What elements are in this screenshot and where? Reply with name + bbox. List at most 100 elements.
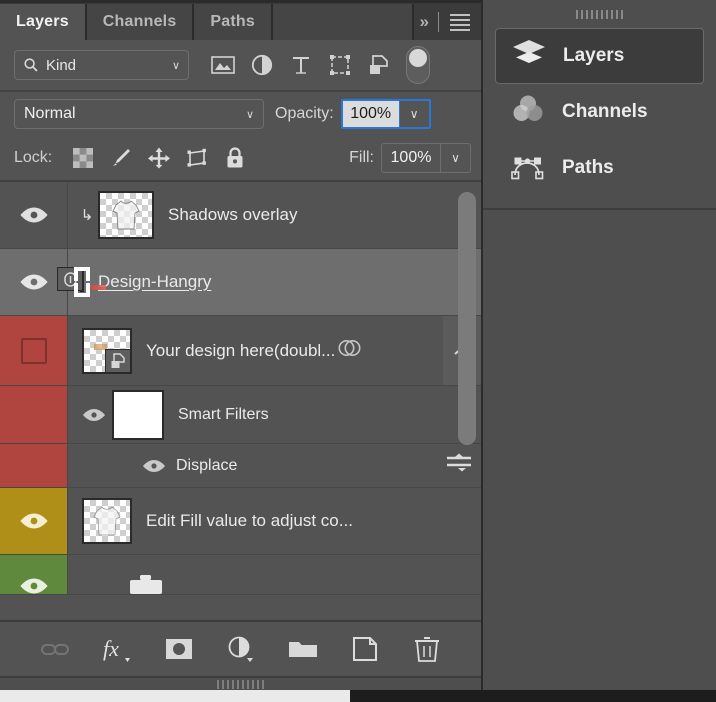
lock-row: Lock: Fill: 100% ∨ [0,136,481,182]
smart-filters-visibility-toggle[interactable] [76,408,112,422]
lock-artboard-nesting-icon[interactable] [178,141,216,175]
lock-position-icon[interactable] [140,141,178,175]
window-bottom-strip [0,690,716,702]
table-row[interactable]: ↳ Shadows overlay [0,182,481,249]
fill-stepper-icon[interactable]: ∨ [440,144,470,172]
header-divider [438,12,439,32]
layer-style-fx-icon[interactable]: fx [100,632,134,666]
displace-visibility-toggle[interactable] [76,459,176,473]
shape-layer-filter-icon[interactable] [320,48,359,82]
new-adjustment-layer-icon[interactable] [224,632,258,666]
shirt-artwork [93,506,121,536]
layer-visibility-toggle-off[interactable] [20,337,47,364]
layer-name[interactable]: Displace [176,457,237,475]
panel-resize-grip[interactable] [0,676,481,690]
filter-enable-toggle[interactable] [406,46,430,84]
smart-filter-indicator-icon [337,337,363,364]
lock-buttons [64,141,254,175]
search-icon [24,58,38,72]
channels-venn-icon [511,94,545,130]
bottom-strip-light [0,690,350,702]
opacity-control[interactable]: 100% ∨ [340,99,431,129]
layers-stack-icon [512,39,546,73]
smart-filters-mask-thumbnail[interactable] [112,389,164,440]
flyout-item-channels[interactable]: Channels [495,84,704,140]
eye-icon[interactable] [19,273,49,291]
table-row[interactable]: Displace [0,444,481,488]
layer-name[interactable]: Your design here(doubl... [146,341,335,361]
scrollbar-thumb[interactable] [458,192,476,445]
table-row[interactable]: Edit Fill value to adjust co... [0,488,481,555]
opacity-stepper-icon[interactable]: ∨ [398,101,429,127]
table-row[interactable] [0,555,481,595]
flyout-item-paths[interactable]: Paths [495,140,704,196]
layer-color-label-red[interactable] [0,316,68,385]
layer-name[interactable]: Design-Hangry [98,272,211,292]
layer-thumbnail[interactable] [57,267,106,292]
smart-object-filter-icon[interactable] [359,48,398,82]
eye-icon[interactable] [19,512,49,530]
layer-row-body[interactable]: Smart Filters [68,386,481,443]
tab-channels[interactable]: Channels [86,4,195,40]
lock-all-icon[interactable] [216,141,254,175]
eye-icon[interactable] [19,577,49,595]
fill-label: Fill: [349,149,374,166]
filter-kind-dropdown[interactable]: Kind ∨ [14,50,189,80]
new-group-icon[interactable] [286,632,320,666]
hamburger-menu-icon[interactable] [450,13,470,31]
layer-name[interactable]: Edit Fill value to adjust co... [146,511,353,531]
layers-panel: Layers Channels Paths » Kind ∨ Normal ∨ … [0,0,483,690]
lock-image-pixels-icon[interactable] [102,141,140,175]
layer-row-body[interactable]: Edit Fill value to adjust co... [68,488,481,554]
fill-control[interactable]: 100% ∨ [381,143,471,173]
flyout-empty-area [483,210,716,702]
adjustment-layer-filter-icon[interactable] [242,48,281,82]
layer-row-body[interactable]: ↳ Shadows overlay [68,182,481,248]
eye-icon[interactable] [19,206,49,224]
table-row[interactable]: Design-Hangry [0,249,481,316]
flyout-item-label: Channels [562,101,648,122]
lock-label: Lock: [14,149,53,166]
collapse-panel-icon[interactable]: » [420,12,430,32]
photoshop-layers-panel-screenshot: Layers Channels Paths » Kind ∨ Normal ∨ … [0,0,716,702]
layer-row-body[interactable]: Design-Hangry [57,249,481,315]
layer-row-body[interactable]: Displace [68,444,481,487]
flyout-drag-grip[interactable] [483,0,716,28]
panel-tab-bar: Layers Channels Paths » [0,0,481,40]
layer-list-scrollbar[interactable] [458,186,476,616]
lock-transparent-pixels-icon[interactable] [64,141,102,175]
blend-mode-dropdown[interactable]: Normal ∨ [14,99,264,129]
delete-layer-icon[interactable] [410,632,444,666]
table-row[interactable]: Smart Filters [0,386,481,444]
svg-text:fx: fx [103,636,119,661]
layer-color-label-green[interactable] [0,555,68,594]
flyout-item-label: Layers [563,45,625,66]
layer-thumbnail[interactable] [98,191,154,239]
layer-thumbnail[interactable] [82,327,132,374]
link-layers-icon[interactable] [38,632,72,666]
opacity-input[interactable]: 100% [342,101,399,127]
eye-icon[interactable] [82,408,106,422]
layer-visibility-cell[interactable] [0,182,68,248]
tab-paths[interactable]: Paths [194,4,273,40]
layer-row-body[interactable] [68,555,481,594]
type-layer-filter-icon[interactable] [281,48,320,82]
eye-icon[interactable] [142,459,166,473]
layer-list[interactable]: ↳ Shadows overlay Design-Hangry Your des… [0,182,481,620]
layer-name[interactable]: Shadows overlay [168,205,297,225]
pixel-layer-filter-icon[interactable] [203,48,242,82]
tab-layers[interactable]: Layers [0,4,87,40]
table-row[interactable]: Your design here(doubl... [0,316,481,386]
opacity-label: Opacity: [275,105,334,122]
layer-color-label-yellow[interactable] [0,488,68,554]
layer-row-body[interactable]: Your design here(doubl... [68,316,443,385]
paths-bezier-icon [511,150,545,186]
add-layer-mask-icon[interactable] [162,632,196,666]
blend-mode-value: Normal [24,105,76,122]
panel-header-controls: » [413,4,481,40]
fill-input[interactable]: 100% [382,144,440,172]
new-layer-icon[interactable] [348,632,382,666]
smart-object-badge-icon [105,348,131,373]
flyout-item-layers[interactable]: Layers [495,28,704,84]
layer-thumbnail[interactable] [82,498,132,544]
